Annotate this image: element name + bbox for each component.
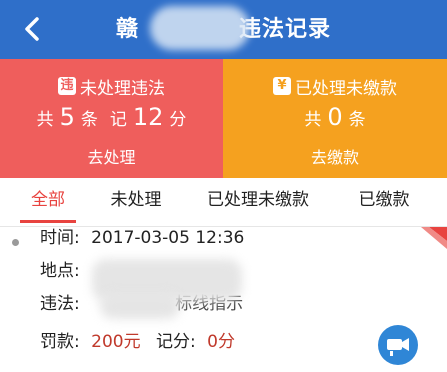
tab-paid[interactable]: 已缴款 xyxy=(348,178,420,226)
tab-unpaid[interactable]: 已处理未缴款 xyxy=(194,178,322,226)
filter-tabs: 全部 未处理 已处理未缴款 已缴款 xyxy=(0,178,447,227)
record-time-value: 2017-03-05 12:36 xyxy=(91,228,245,248)
record-location-row: 地点: xyxy=(40,257,80,285)
redacted-region xyxy=(150,6,250,50)
tab-all[interactable]: 全部 xyxy=(16,178,80,226)
unprocessed-violations-card[interactable]: 违 未处理违法 共 5 条 记 12 分 去处理 xyxy=(0,59,223,178)
record-time-label: 时间: xyxy=(40,228,80,248)
record-points-value: 0分 xyxy=(207,332,235,352)
record-fine-label: 罚款: xyxy=(40,332,80,352)
unprocessed-count-unit: 条 xyxy=(80,110,98,130)
unprocessed-points-prefix: 记 xyxy=(109,110,127,130)
unpaid-label: 已处理未缴款 xyxy=(295,78,397,99)
header-bar: 赣 违法记录 xyxy=(0,0,447,59)
go-process-button[interactable]: 去处理 xyxy=(0,145,223,171)
record-points-label: 记分: xyxy=(156,332,196,352)
tab-unprocessed[interactable]: 未处理 xyxy=(100,178,172,226)
redacted-violation xyxy=(100,293,180,319)
unpaid-count-prefix: 共 xyxy=(304,110,322,130)
page-title-prefix: 赣 xyxy=(115,17,139,42)
unpaid-stats: 共 0 条 xyxy=(223,103,447,135)
unpaid-card-header: ¥ 已处理未缴款 xyxy=(223,73,447,99)
violation-badge-icon: 违 xyxy=(58,77,76,95)
unprocessed-stats: 共 5 条 记 12 分 xyxy=(0,103,223,135)
unprocessed-count: 5 xyxy=(59,103,75,131)
record-bullet-icon xyxy=(12,239,19,246)
active-tab-indicator xyxy=(20,220,76,223)
record-time-row: 时间: 2017-03-05 12:36 xyxy=(40,224,244,252)
corner-ribbon-icon xyxy=(421,227,447,249)
unpaid-count-unit: 条 xyxy=(348,110,366,130)
unprocessed-card-header: 违 未处理违法 xyxy=(0,73,223,99)
yuan-badge-icon: ¥ xyxy=(273,77,291,95)
record-fine-row: 罚款: 200元 记分: 0分 xyxy=(40,328,235,356)
unprocessed-points: 12 xyxy=(132,103,164,131)
unprocessed-count-prefix: 共 xyxy=(36,110,54,130)
unpaid-card[interactable]: ¥ 已处理未缴款 共 0 条 去缴款 xyxy=(223,59,447,178)
unpaid-count: 0 xyxy=(327,103,343,131)
record-violation-label: 违法: xyxy=(40,294,80,314)
go-pay-button[interactable]: 去缴款 xyxy=(223,145,447,171)
camera-icon xyxy=(387,338,409,356)
page-title-suffix: 违法记录 xyxy=(239,17,332,42)
unprocessed-label: 未处理违法 xyxy=(80,78,165,99)
record-fine-value: 200元 xyxy=(91,332,141,352)
record-location-label: 地点: xyxy=(40,261,80,281)
unprocessed-points-unit: 分 xyxy=(169,110,187,130)
camera-fab-button[interactable] xyxy=(378,325,418,365)
